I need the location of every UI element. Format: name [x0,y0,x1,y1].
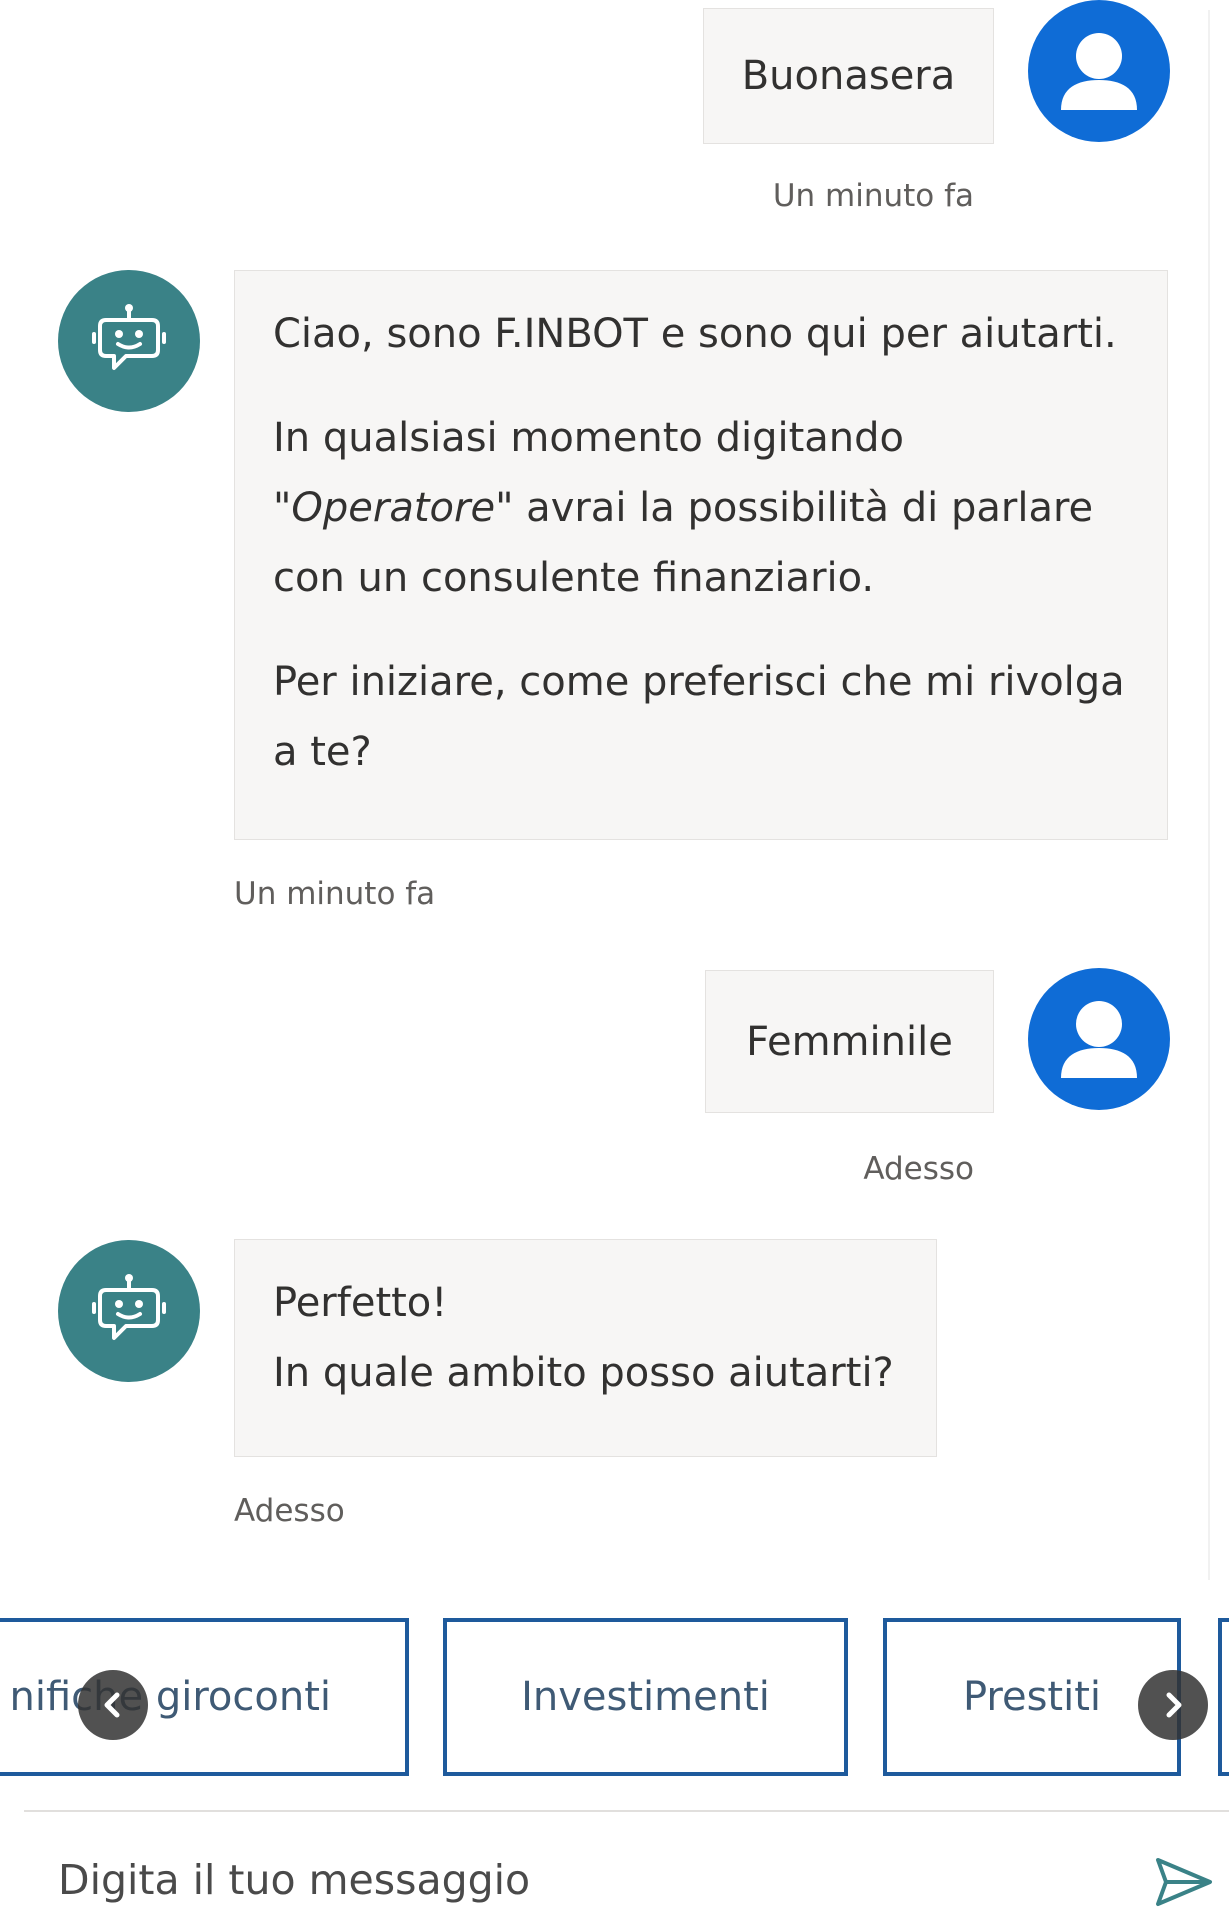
chevron-left-icon [104,1692,120,1718]
bot-message-line: Perfetto! [273,1280,448,1326]
bot-message-line: In quale ambito posso aiutarti? [273,1350,894,1396]
suggested-actions-carousel: nifiche giroconti Investimenti Prestiti [0,1600,1229,1790]
bot-avatar [58,1240,200,1382]
send-box [24,1810,1229,1912]
send-button[interactable] [1144,1842,1224,1922]
user-message-bubble: Buonasera [703,8,994,144]
scroll-up-arrow-icon[interactable]: ▲ [1208,28,1210,48]
message-timestamp: Adesso [863,1151,974,1187]
message-timestamp: Un minuto fa [772,178,974,214]
user-message-bubble: Femminile [705,970,994,1113]
transcript-scrollbar[interactable]: ▲ ▼ [1208,10,1210,1580]
chat-transcript[interactable]: Buonasera Un minuto fa Ciao, sono F.INBO… [0,0,1210,1580]
suggested-action-button[interactable] [1218,1618,1229,1776]
chevron-right-icon [1166,1692,1182,1718]
user-avatar [1028,968,1170,1110]
person-icon [1061,33,1137,110]
carousel-next-button[interactable] [1138,1670,1208,1740]
user-message-text: Femminile [746,1018,953,1065]
robot-chat-icon [92,304,166,370]
message-timestamp: Un minuto fa [234,876,436,912]
bot-message-bubble: Ciao, sono F.INBOT e sono qui per aiutar… [234,270,1168,840]
suggested-action-button[interactable]: nifiche giroconti [0,1618,409,1776]
suggested-action-button[interactable]: Prestiti [883,1618,1181,1776]
message-input[interactable] [58,1848,1098,1912]
bot-message-bubble: Perfetto! In quale ambito posso aiutarti… [234,1239,937,1457]
user-avatar [1028,0,1170,142]
bot-avatar [58,270,200,412]
bot-message-paragraph: In qualsiasi momento digitando "Operator… [273,415,1094,601]
bot-message-paragraph: Ciao, sono F.INBOT e sono qui per aiutar… [273,311,1117,357]
bot-message-paragraph: Per iniziare, come preferisci che mi riv… [273,659,1125,775]
user-message-text: Buonasera [741,53,956,99]
robot-chat-icon [92,1274,166,1340]
send-icon [1156,1858,1212,1906]
scroll-down-arrow-icon[interactable]: ▼ [1208,1538,1210,1558]
person-icon [1061,1001,1137,1078]
carousel-previous-button[interactable] [78,1670,148,1740]
suggested-action-button[interactable]: Investimenti [443,1618,848,1776]
message-timestamp: Adesso [234,1493,345,1529]
